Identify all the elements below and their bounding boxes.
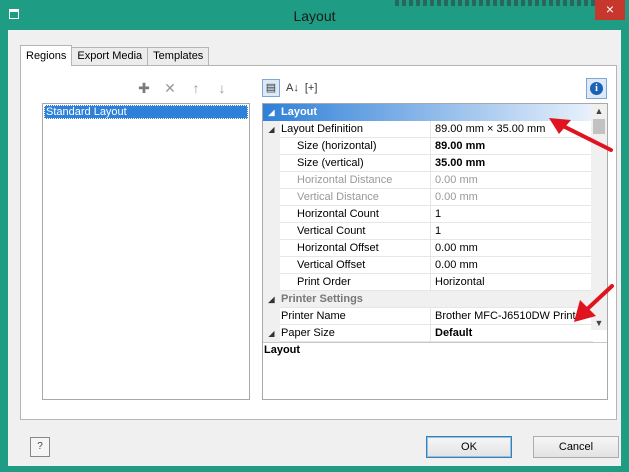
property-name: Horizontal Distance [297,174,393,186]
sort-alphabetical-button[interactable]: A↓ [286,82,299,94]
close-button[interactable]: × [595,0,625,20]
property-name: Vertical Offset [297,259,366,271]
categorized-view-button[interactable]: ▤ [262,79,280,97]
info-button[interactable]: i [586,78,607,99]
new-layout-icon[interactable]: ✚ [136,80,152,97]
property-value[interactable]: 35.00 mm [435,156,485,172]
property-row-paper-size[interactable]: ◢ Paper Size Default [263,325,593,342]
help-button[interactable]: ? [30,437,50,457]
title-bar[interactable]: Layout × [0,0,629,30]
property-description: Layout [264,344,301,356]
property-row-printer-name[interactable]: Printer Name Brother MFC-J6510DW Printer [263,308,593,325]
property-value[interactable]: 89.00 mm [435,139,485,155]
property-header-row[interactable]: ◢ Layout [263,104,593,121]
property-name: Size (horizontal) [297,140,377,152]
regions-toolbar: ✚ ✕ ↑ ↓ [136,80,230,97]
property-value[interactable]: Brother MFC-J6510DW Printer [435,309,585,325]
tab-regions[interactable]: Regions [20,45,73,66]
info-icon: i [590,82,603,95]
property-row-horizontal-distance[interactable]: Horizontal Distance 0.00 mm [263,172,593,189]
ok-button[interactable]: OK [426,436,512,458]
property-value[interactable]: Horizontal [435,275,485,291]
regions-list[interactable]: Standard Layout [42,103,250,400]
expand-all-button[interactable]: [+] [305,82,318,94]
annotation-arrow-icon [549,118,613,152]
property-name: Horizontal Count [297,208,379,220]
property-value[interactable]: 1 [435,224,441,240]
property-toolbar: ▤ A↓ [+] [262,79,317,97]
property-name: Vertical Distance [297,191,379,203]
property-value[interactable]: 0.00 mm [435,190,478,206]
collapse-icon[interactable]: ◢ [263,121,280,138]
property-name: Printer Name [281,310,346,322]
property-value[interactable]: 0.00 mm [435,241,478,257]
list-item[interactable]: Standard Layout [44,105,248,119]
collapse-icon[interactable]: ◢ [263,104,280,121]
property-name: Print Order [297,276,351,288]
tab-templates[interactable]: Templates [147,47,210,66]
annotation-arrow-icon [574,284,614,322]
collapse-icon[interactable]: ◢ [263,291,280,308]
tab-export-media[interactable]: Export Media [71,47,149,66]
property-name: Vertical Count [297,225,366,237]
cancel-button[interactable]: Cancel [533,436,619,458]
category-label: Printer Settings [281,293,363,305]
property-value[interactable]: 0.00 mm [435,258,478,274]
window-title: Layout [293,8,336,24]
property-value[interactable]: 0.00 mm [435,173,478,189]
property-header-label: Layout [281,106,318,118]
property-name: Layout Definition [281,123,363,135]
move-up-icon[interactable]: ↑ [188,80,204,97]
description-divider[interactable] [263,342,607,343]
property-row-horizontal-count[interactable]: Horizontal Count 1 [263,206,593,223]
property-row-vertical-distance[interactable]: Vertical Distance 0.00 mm [263,189,593,206]
background-text-strip [395,0,595,6]
property-row-size-vertical[interactable]: Size (vertical) 35.00 mm [263,155,593,172]
collapse-icon[interactable]: ◢ [263,325,280,342]
move-down-icon[interactable]: ↓ [214,80,230,97]
property-row-size-horizontal[interactable]: Size (horizontal) 89.00 mm [263,138,593,155]
property-value[interactable]: 89.00 mm × 35.00 mm [435,122,545,138]
property-name: Paper Size [281,327,335,339]
property-row-vertical-count[interactable]: Vertical Count 1 [263,223,593,240]
property-name: Horizontal Offset [297,242,379,254]
property-row-layout-definition[interactable]: ◢ Layout Definition 89.00 mm × 35.00 mm [263,121,593,138]
property-value[interactable]: 1 [435,207,441,223]
property-row-print-order[interactable]: Print Order Horizontal [263,274,593,291]
property-value[interactable]: Default [435,326,472,342]
property-name: Size (vertical) [297,157,364,169]
delete-icon[interactable]: ✕ [162,80,178,97]
property-row-vertical-offset[interactable]: Vertical Offset 0.00 mm [263,257,593,274]
property-category-printer-settings[interactable]: ◢ Printer Settings [263,291,593,308]
property-row-horizontal-offset[interactable]: Horizontal Offset 0.00 mm [263,240,593,257]
tab-strip: Regions Export Media Templates [20,45,210,66]
